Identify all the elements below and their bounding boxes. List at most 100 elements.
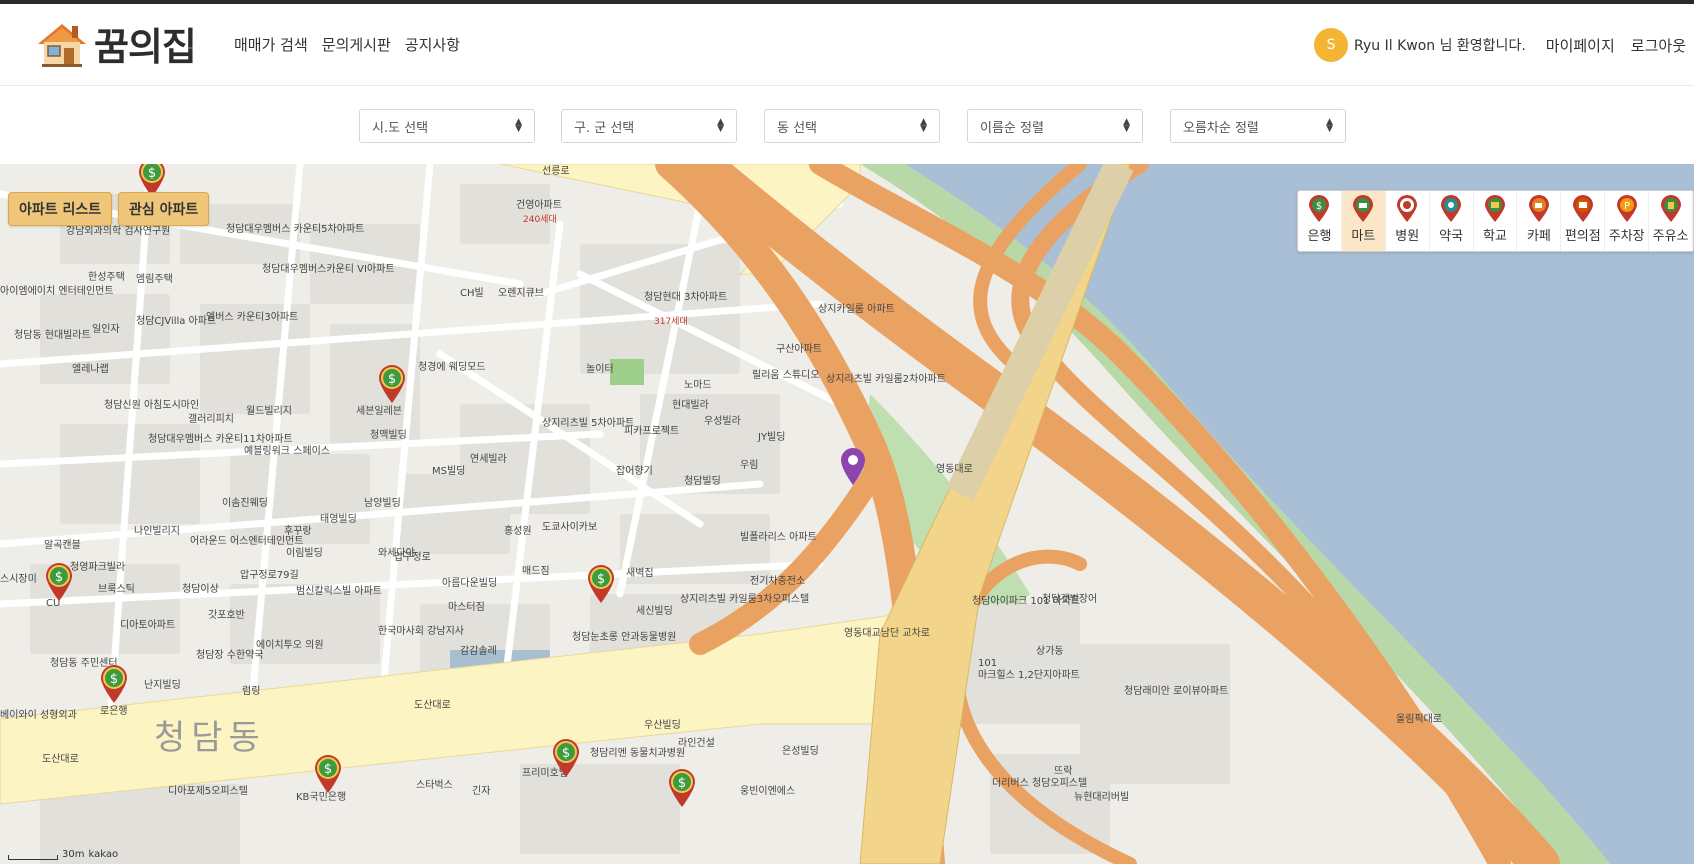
- map-label: 긴자: [472, 786, 491, 797]
- bank-marker[interactable]: $: [586, 564, 616, 604]
- map-label: 240세대: [523, 215, 557, 225]
- category-convenience[interactable]: 편의점: [1561, 191, 1606, 251]
- map-label: 디아토아파트: [120, 620, 176, 631]
- map-label: 노마드: [684, 380, 712, 391]
- bank-marker[interactable]: $: [667, 768, 697, 808]
- svg-text:$: $: [1316, 201, 1322, 212]
- select-arrows-icon: ▲ ▼: [1123, 117, 1130, 134]
- map-label: 선릉로: [542, 166, 570, 177]
- map-label: 연세빌라: [470, 454, 507, 465]
- school-icon: [1485, 195, 1505, 222]
- map-provider: kakao: [88, 849, 119, 860]
- logout-link[interactable]: 로그아웃: [1631, 35, 1686, 56]
- map-view[interactable]: 강남외과의학 검사연구원 청담대우멤버스 카운티5차아파트 한성주택 엠림주택 …: [0, 164, 1694, 864]
- apartment-list-button[interactable]: 아파트 리스트: [8, 192, 113, 226]
- select-arrows-icon: ▲ ▼: [515, 117, 522, 134]
- gugun-select-value: 구. 군 선택: [574, 120, 635, 136]
- map-label: 압구정로: [394, 552, 431, 563]
- map-label: 알곡캔블: [44, 540, 81, 551]
- location-pin-icon[interactable]: [838, 446, 868, 486]
- avatar: S: [1314, 28, 1349, 62]
- hospital-icon: [1397, 195, 1418, 222]
- map-label: 태영빌딩: [320, 514, 357, 525]
- map-label: 우성빌라: [704, 416, 741, 427]
- category-label: 주유소: [1652, 229, 1689, 244]
- map-label: 청담대우멤버스카운티 VI아파트: [262, 264, 395, 275]
- map-label: 청담빌딩: [684, 476, 721, 487]
- category-hospital[interactable]: 병원: [1386, 191, 1430, 251]
- map-label: 청경에 웨딩모드: [418, 362, 486, 373]
- map-label: 스시장미: [0, 574, 37, 585]
- svg-text:P: P: [1624, 201, 1630, 212]
- nav-notice[interactable]: 공지사항: [405, 34, 460, 55]
- dong-select[interactable]: 동 선택 ▲ ▼: [764, 109, 940, 143]
- svg-text:$: $: [110, 672, 118, 687]
- map-label: 영동대교남단 교차로: [844, 628, 930, 639]
- map-label: 상지리츠빌 카일룸3차오피스텔: [680, 594, 810, 605]
- gugun-select[interactable]: 구. 군 선택 ▲ ▼: [561, 109, 737, 143]
- category-cafe[interactable]: 카페: [1517, 191, 1562, 251]
- svg-text:$: $: [55, 570, 63, 585]
- nav-inquiry-board[interactable]: 문의게시판: [322, 34, 391, 55]
- category-label: 약국: [1439, 229, 1464, 244]
- map-label: 예블링워크 스페이스: [244, 446, 330, 457]
- map-label: 현대빌라: [672, 400, 709, 411]
- map-label: 아이엠에이치 엔터테인먼트: [0, 286, 114, 297]
- map-label: 스타벅스: [416, 780, 453, 791]
- sort-name-select-value: 이름순 정렬: [980, 120, 1044, 136]
- sort-order-select[interactable]: 오름차순 정렬 ▲ ▼: [1170, 109, 1346, 143]
- map-scale: 30m kakao: [8, 849, 118, 860]
- nav-price-search[interactable]: 매매가 검색: [234, 34, 308, 55]
- bank-marker[interactable]: $: [551, 738, 581, 778]
- bank-marker[interactable]: $: [313, 754, 343, 794]
- logo[interactable]: 꿈의집: [36, 16, 197, 71]
- map-label: 도산대로: [414, 700, 451, 711]
- map-label: 101: [978, 658, 998, 669]
- map-label: 청담현대 3차아파트: [644, 292, 728, 303]
- favorite-apartment-button[interactable]: 관심 아파트: [118, 192, 210, 226]
- category-bank[interactable]: $ 은행: [1298, 191, 1342, 251]
- map-label: 압구정로79길: [240, 570, 299, 581]
- select-arrows-icon: ▲ ▼: [717, 117, 724, 134]
- category-school[interactable]: 학교: [1474, 191, 1518, 251]
- map-label: 도산대로: [42, 754, 79, 765]
- district-label: 청담동: [154, 718, 266, 758]
- svg-text:$: $: [148, 166, 156, 181]
- map-label: 청맥빌딩: [370, 430, 407, 441]
- map-label: 도쿄사이카보: [542, 522, 598, 533]
- map-label: JY빌딩: [758, 432, 786, 443]
- category-parking[interactable]: P 주차장: [1605, 191, 1650, 251]
- map-label: 우산빌딩: [644, 720, 681, 731]
- map-label: 에이치투오 의원: [256, 640, 324, 651]
- map-label: 범신칼릭스빌 아파트: [296, 586, 382, 597]
- convenience-icon: [1572, 195, 1593, 222]
- dong-select-value: 동 선택: [777, 120, 818, 136]
- map-label: 이솜진웨딩: [222, 498, 268, 509]
- map-label: MS빌딩: [432, 466, 466, 477]
- category-panel: $ 은행 마트 병원 약국 학교 카페 편의점 P 주차장 주유소: [1297, 190, 1694, 252]
- sido-select[interactable]: 시.도 선택 ▲ ▼: [359, 109, 535, 143]
- main-nav: 매매가 검색 문의게시판 공지사항: [234, 34, 460, 55]
- svg-text:$: $: [562, 746, 570, 761]
- bank-marker[interactable]: $: [377, 364, 407, 404]
- map-label: 잡어향기: [616, 466, 653, 477]
- category-gas-station[interactable]: 주유소: [1649, 191, 1694, 251]
- sido-select-value: 시.도 선택: [372, 120, 429, 136]
- filter-bar: 시.도 선택 ▲ ▼ 구. 군 선택 ▲ ▼ 동 선택 ▲ ▼ 이름순 정렬 ▲ ▼ 오…: [0, 86, 1694, 164]
- bank-marker[interactable]: $: [99, 664, 129, 704]
- category-pharmacy[interactable]: 약국: [1430, 191, 1474, 251]
- user-area: S Ryu Il Kwon 님 환영합니다. 마이페이지 로그아웃: [1314, 28, 1686, 62]
- sort-name-select[interactable]: 이름순 정렬 ▲ ▼: [967, 109, 1143, 143]
- category-mart[interactable]: 마트: [1341, 191, 1386, 251]
- bank-marker[interactable]: $: [44, 562, 74, 602]
- map-label: 우림: [740, 460, 759, 471]
- map-label: 청담이상: [182, 584, 219, 595]
- map-label: 감감솔레: [460, 646, 497, 657]
- map-label: CH빌: [460, 288, 484, 299]
- map-label: 한성주택: [88, 272, 125, 283]
- map-label: 럼링: [242, 686, 261, 697]
- bank-icon: $: [1309, 195, 1330, 222]
- map-label: 홍성원: [504, 526, 532, 537]
- mypage-link[interactable]: 마이페이지: [1546, 35, 1615, 56]
- navbar: 꿈의집 매매가 검색 문의게시판 공지사항 S Ryu Il Kwon 님 환영…: [0, 4, 1694, 86]
